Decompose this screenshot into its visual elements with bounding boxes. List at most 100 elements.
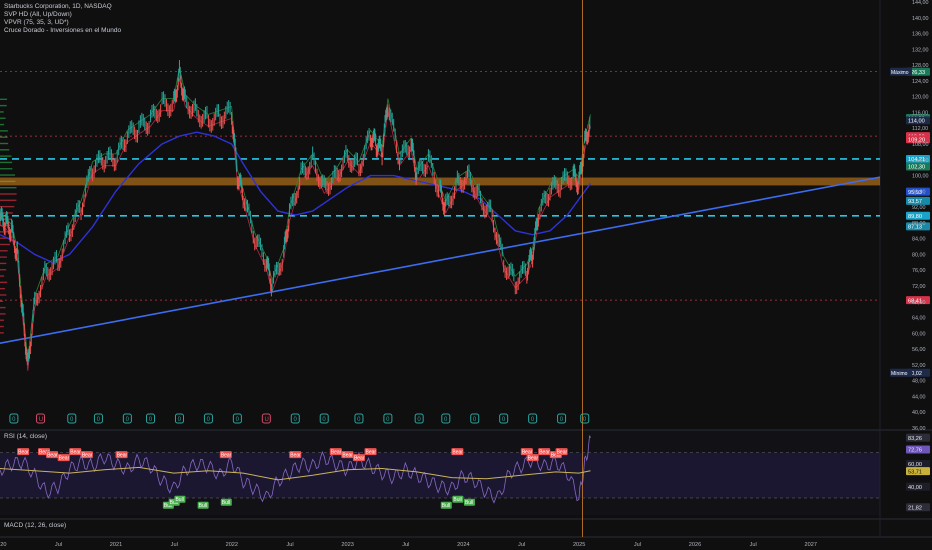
price-axis-tick: 88,00	[912, 221, 926, 227]
time-axis-label: 2024	[457, 542, 469, 548]
volume-profile-bar	[0, 269, 6, 270]
volume-profile-bar	[0, 168, 12, 169]
price-axis-tick: 104,00	[912, 158, 929, 164]
volume-profile-bar	[0, 124, 4, 125]
time-axis-label: 2020	[0, 542, 6, 548]
volume-profile-bar	[0, 313, 6, 314]
bear-signal-label: Bear	[452, 450, 463, 456]
price-level-label: 102,30	[908, 165, 925, 171]
price-axis-tick: 56,00	[912, 347, 926, 353]
volume-profile-bar	[0, 118, 6, 119]
bear-signal-label: Bear	[82, 453, 93, 459]
volume-profile-bar	[0, 256, 7, 257]
price-axis-tick: 124,00	[912, 79, 929, 85]
bull-signal-label: Bull	[442, 503, 450, 509]
rsi-axis-label: 40,00	[908, 485, 922, 491]
price-axis-tick: 48,00	[912, 379, 926, 385]
price-axis-tick: 60,00	[912, 331, 926, 337]
stock-chart[interactable]: 126,33Máximo114,59114,00110,00109,20104,…	[0, 0, 932, 550]
price-axis-tick: 44,00	[912, 394, 926, 400]
rsi-axis-label: 72,76	[908, 448, 922, 454]
price-axis-tick: 140,00	[912, 16, 929, 22]
time-axis-label: 2026	[689, 542, 701, 548]
bull-signal-label: Bull	[222, 500, 230, 506]
volume-profile-bar	[0, 155, 11, 156]
bear-signal-label: Bear	[290, 453, 301, 459]
time-axis-label: Jul	[402, 542, 409, 548]
bear-signal-label: Bear	[342, 453, 353, 459]
volume-profile-bar	[0, 250, 8, 251]
volume-profile-bar	[0, 282, 7, 283]
price-axis-tick: 100,00	[912, 174, 929, 180]
time-axis-label: Jul	[171, 542, 178, 548]
time-axis-label: 2023	[341, 542, 353, 548]
legend-symbol: Starbucks Corporation, 1D, NASDAQ	[4, 3, 121, 11]
price-level-label: 89,80	[908, 214, 922, 220]
bear-signal-label: Bear	[117, 453, 128, 459]
bear-signal-label: Bear	[557, 450, 568, 456]
price-axis-tick: 116,00	[912, 110, 928, 116]
volume-profile-bar	[0, 326, 4, 327]
time-axis-label: 2022	[226, 542, 238, 548]
volume-profile-bar	[0, 162, 12, 163]
volume-profile-bar	[0, 263, 6, 264]
price-level-label: 114,00	[908, 119, 925, 125]
volume-profile-bar	[0, 136, 8, 137]
bull-signal-label: Bull	[453, 497, 461, 503]
price-axis-tick: 128,00	[912, 63, 929, 69]
bull-signal-label: Bull	[175, 497, 183, 503]
legend-indicator-1[interactable]: SVP HD (All, Up/Down)	[4, 11, 121, 19]
time-axis-label: Jul	[750, 542, 757, 548]
price-axis-tick: 76,00	[912, 268, 926, 274]
volume-profile-bar	[0, 130, 8, 131]
price-axis-tick: 144,00	[912, 0, 929, 6]
volume-profile-bar	[0, 187, 17, 188]
price-axis-tick: 92,00	[912, 205, 926, 211]
price-axis-tick: 68,00	[912, 300, 926, 306]
volume-profile-bar	[0, 320, 4, 321]
price-axis-tick: 136,00	[912, 32, 929, 38]
legend-indicator-3[interactable]: Cruce Dorado - Inversiones en el Mundo	[4, 27, 121, 35]
price-axis-tick: 112,00	[912, 126, 928, 132]
volume-profile-bar	[0, 244, 10, 245]
rsi-legend[interactable]: RSI (14, close)	[4, 433, 47, 440]
rsi-axis-label: 53,71	[908, 469, 922, 475]
volume-profile-bar	[0, 301, 3, 302]
chart-legend: Starbucks Corporation, 1D, NASDAQ SVP HD…	[4, 3, 121, 35]
volume-profile-bar	[0, 332, 4, 333]
bull-signal-label: Bull	[465, 500, 473, 506]
time-axis-label: 2021	[110, 542, 122, 548]
macd-legend[interactable]: MACD (12, 26, close)	[4, 522, 66, 529]
price-axis-tick: 36,00	[912, 426, 926, 432]
price-axis-tick: 132,00	[912, 47, 929, 53]
price-axis-tick: 108,00	[912, 142, 929, 148]
time-axis-label: Jul	[55, 542, 62, 548]
price-axis-tick: 64,00	[912, 316, 926, 322]
bear-signal-label: Bear	[70, 450, 81, 456]
bear-signal-label: Bear	[47, 453, 58, 459]
legend-indicator-2[interactable]: VPVR (75, 35, 3, UD*)	[4, 19, 121, 27]
price-axis-tick: 84,00	[912, 237, 926, 243]
bear-signal-label: Bear	[59, 456, 70, 462]
price-axis-tick: 40,00	[912, 410, 926, 416]
volume-profile-bar	[0, 200, 16, 201]
rsi-axis-label: 21,82	[908, 505, 922, 511]
bear-signal-label: Bear	[354, 456, 365, 462]
volume-profile-bar	[0, 149, 9, 150]
bear-signal-label: Bear	[221, 453, 232, 459]
time-axis-label: Jul	[286, 542, 293, 548]
bull-signal-label: Bull	[199, 503, 207, 509]
volume-profile-bar	[0, 174, 15, 175]
volume-profile-bar	[0, 206, 14, 207]
volume-profile-bar	[0, 143, 8, 144]
volume-profile-bar	[0, 111, 4, 112]
volume-profile-bar	[0, 275, 4, 276]
time-axis-label: Jul	[634, 542, 641, 548]
price-axis-tick: 52,00	[912, 363, 926, 369]
time-axis-label: Jul	[518, 542, 525, 548]
time-axis-label: 2025	[573, 542, 585, 548]
rsi-axis-label: 83,26	[908, 436, 922, 442]
volume-profile-bar	[0, 99, 7, 100]
price-axis-tick: 96,00	[912, 189, 926, 195]
event-marker-label: U	[265, 417, 269, 423]
